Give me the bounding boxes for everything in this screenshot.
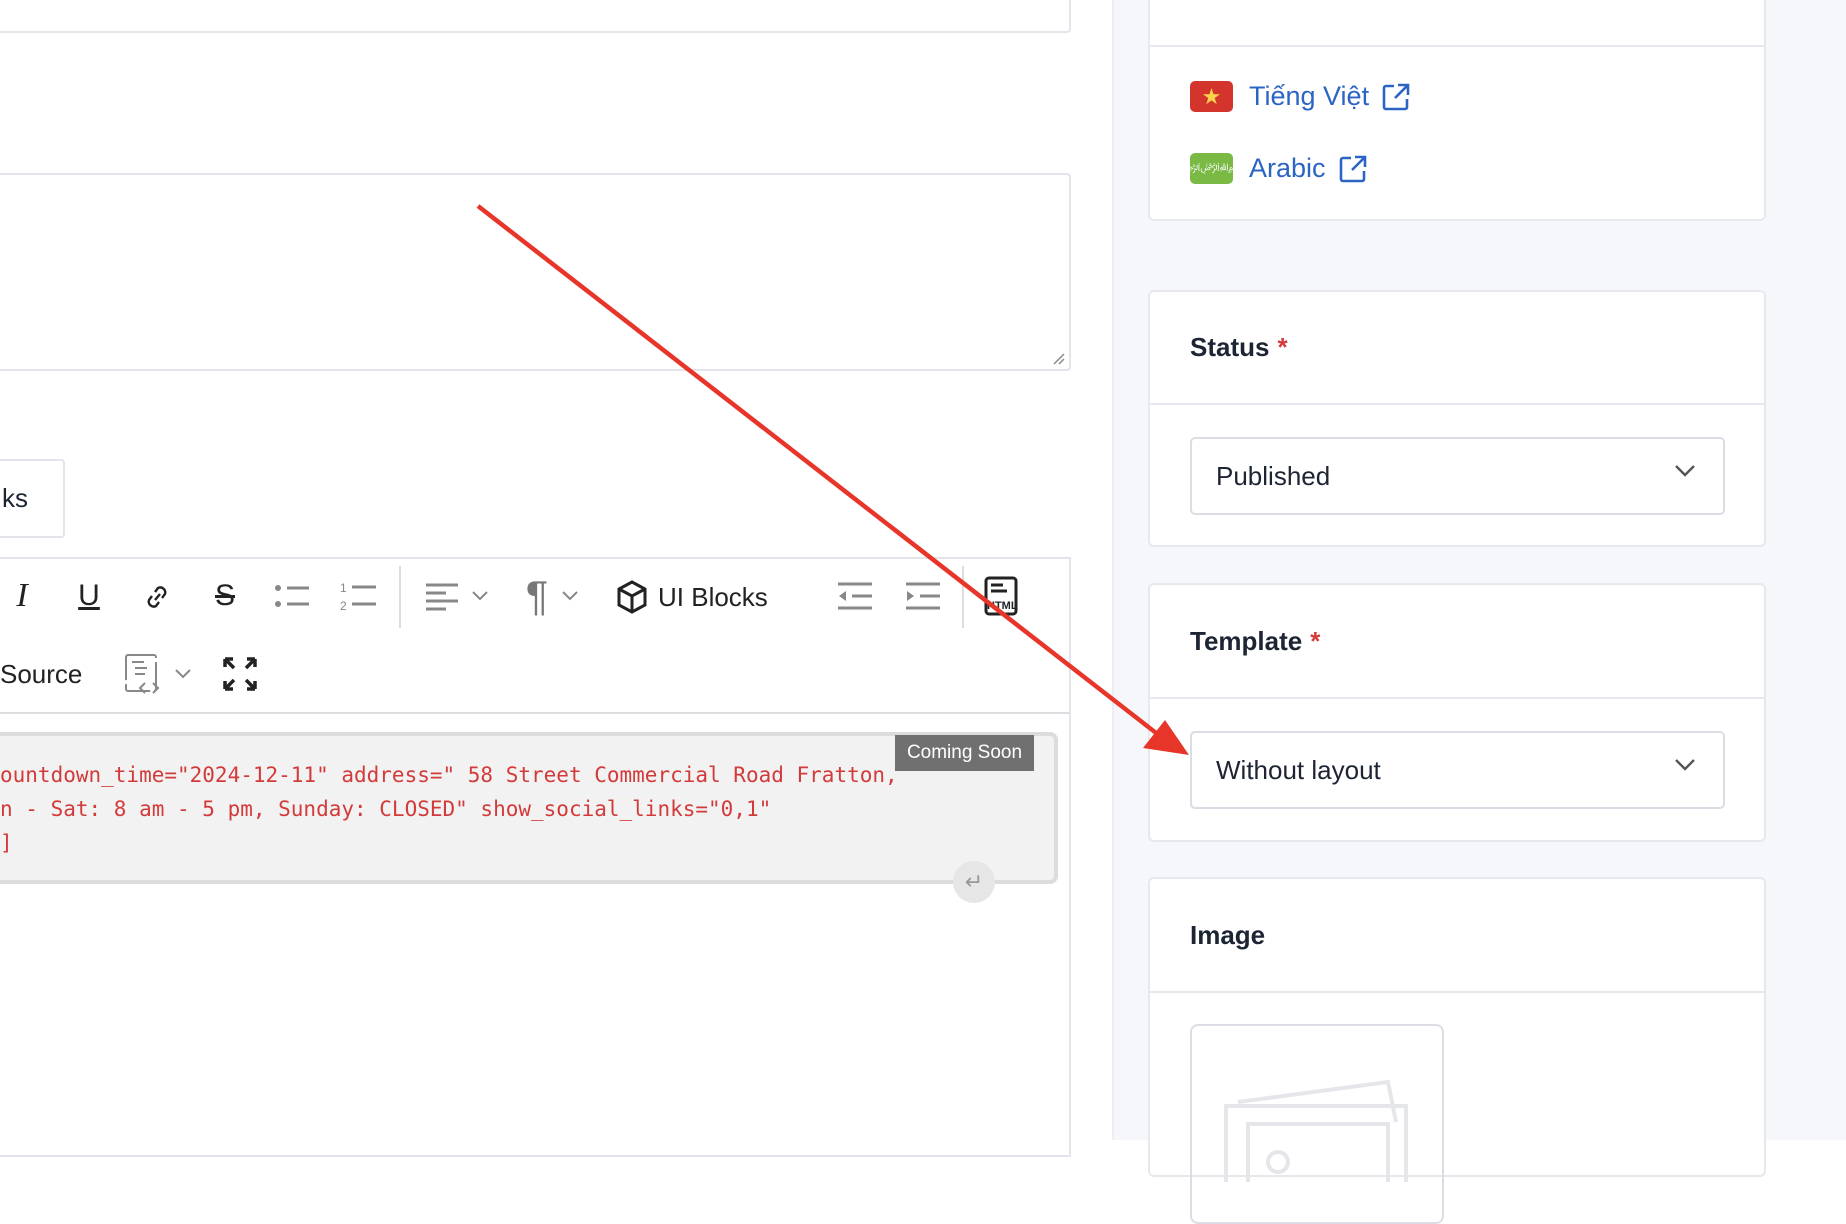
link-icon (147, 586, 167, 608)
select-value: Published (1216, 460, 1331, 491)
link-button[interactable] (140, 578, 174, 616)
underline-icon: U (78, 579, 100, 612)
svg-text:2: 2 (340, 599, 347, 612)
external-link-icon (1382, 83, 1410, 110)
insert-line-button[interactable]: ↵ (953, 861, 995, 903)
required-marker: * (1277, 332, 1288, 362)
underline-button[interactable]: U (72, 576, 106, 616)
chevron-down-icon (1675, 465, 1695, 477)
html-icon: HTML (984, 576, 1018, 616)
status-select[interactable]: Published (1190, 437, 1725, 515)
card-title: Status (1190, 332, 1270, 362)
numbered-list-button[interactable]: 12 (340, 580, 378, 612)
toolbar-divider (0, 712, 1069, 714)
html-button[interactable]: HTML (982, 576, 1020, 616)
ui-blocks-button[interactable]: UI Blocks (616, 578, 776, 616)
image-upload-placeholder[interactable] (1190, 1024, 1444, 1224)
source-button[interactable]: Source (0, 656, 88, 692)
card-divider (1150, 45, 1764, 47)
template-dropdown[interactable] (116, 652, 200, 696)
chevron-down-icon (1675, 759, 1695, 771)
chevron-down-icon (562, 591, 578, 601)
card-title: Image (1190, 919, 1266, 950)
ui-blocks-label: UI Blocks (658, 581, 768, 612)
image-placeholder-icon (1224, 1079, 1408, 1182)
strikethrough-button[interactable]: S (208, 576, 242, 616)
return-icon: ↵ (964, 869, 984, 894)
italic-button[interactable]: I (6, 576, 38, 616)
numbered-list-icon: 12 (340, 581, 376, 612)
outdent-icon (838, 582, 872, 610)
chevron-down-icon (472, 591, 488, 601)
fullscreen-button[interactable] (220, 654, 260, 694)
align-left-icon (426, 583, 458, 611)
resize-handle-icon[interactable] (1051, 351, 1065, 365)
status-card: Status * Published (1148, 290, 1766, 547)
bullet-list-icon (275, 585, 309, 607)
vietnam-flag-icon: ★ (1190, 81, 1233, 112)
button-label: ks (2, 483, 28, 513)
external-link-icon (1339, 155, 1366, 182)
source-label: Source (0, 658, 83, 689)
toolbar-separator (962, 566, 964, 628)
bullet-list-button[interactable] (274, 580, 310, 612)
card-header: Image (1150, 879, 1764, 993)
language-link-arabic[interactable]: ﷽ Arabic (1173, 153, 1368, 184)
language-label: Tiếng Việt (1249, 81, 1370, 111)
language-label: Arabic (1249, 153, 1326, 183)
paragraph-dropdown[interactable]: ¶ (514, 572, 592, 619)
chevron-down-icon (175, 669, 191, 679)
svg-text:HTML: HTML (987, 600, 1018, 612)
align-dropdown[interactable] (420, 578, 494, 614)
saudi-flag-icon: ﷽ (1173, 153, 1250, 184)
template-code-icon (125, 654, 160, 694)
indent-icon (906, 582, 940, 610)
required-marker: * (1310, 625, 1321, 656)
indent-button[interactable] (904, 580, 942, 612)
pilcrow-icon: ¶ (525, 572, 549, 619)
outdent-button[interactable] (836, 580, 874, 612)
strikethrough-icon: S (214, 579, 235, 612)
top-field[interactable] (0, 0, 1071, 33)
toolbar-separator (399, 566, 401, 628)
language-link-vietnamese[interactable]: ★ Tiếng Việt (1190, 81, 1411, 112)
code-line: ] (0, 831, 13, 855)
fullscreen-icon (223, 657, 257, 691)
card-header: Status * (1150, 292, 1764, 405)
card-title: Template (1190, 625, 1303, 656)
svg-text:1: 1 (340, 581, 347, 595)
languages-card: ★ Tiếng Việt ﷽ Arabic (1148, 0, 1766, 221)
coming-soon-badge: Coming Soon (895, 735, 1034, 771)
ui-blocks-tab-button[interactable]: ks (0, 459, 65, 538)
description-textarea[interactable] (0, 173, 1071, 371)
cube-icon (617, 580, 647, 614)
card-header: Template * (1150, 585, 1764, 699)
code-line: n - Sat: 8 am - 5 pm, Sunday: CLOSED" sh… (0, 797, 772, 821)
select-value: Without layout (1216, 754, 1381, 785)
template-select[interactable]: Without layout (1190, 731, 1725, 809)
template-card: Template * Without layout (1148, 583, 1766, 842)
image-card: Image (1148, 877, 1766, 1224)
italic-icon: I (16, 577, 28, 614)
